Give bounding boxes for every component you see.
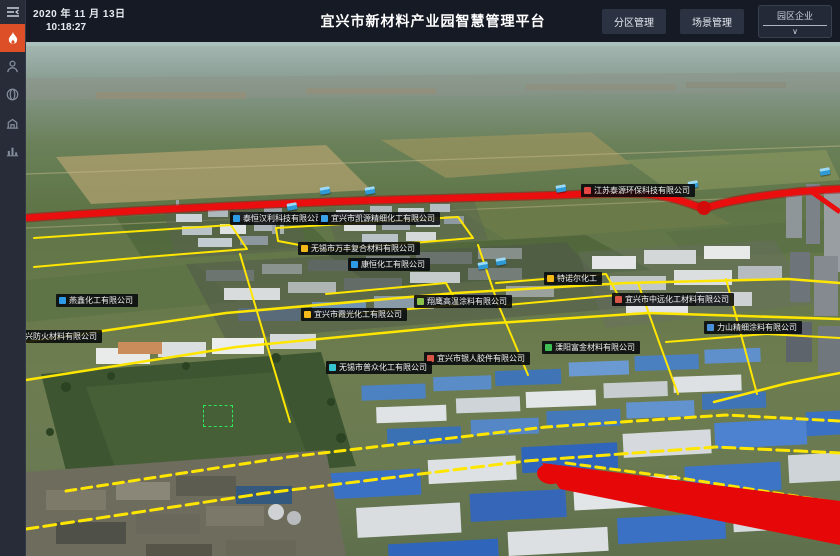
globe-icon <box>5 87 20 102</box>
app-window: 2020 年 11 月 13日 10:18:27 宜兴市新材料产业园智慧管理平台… <box>0 0 840 556</box>
company-label-text: 江苏泰源环保科技有限公司 <box>594 185 690 196</box>
sidebar <box>0 0 26 556</box>
company-label[interactable]: 翔鹰高温涂料有限公司 <box>414 295 512 308</box>
scene-management-button[interactable]: 场景管理 <box>680 9 744 34</box>
company-label[interactable]: 无锡市万丰复合材料有限公司 <box>298 242 420 255</box>
company-label-text: 特诺尔化工 <box>557 273 597 284</box>
company-label[interactable]: 特诺尔化工 <box>544 272 602 285</box>
company-label[interactable]: 宜兴市银人胶件有限公司 <box>424 352 530 365</box>
flame-icon <box>6 31 20 46</box>
factory-icon <box>5 115 20 130</box>
company-label-text: 康恒化工有限公司 <box>361 259 425 270</box>
company-marker-icon <box>329 364 336 371</box>
company-label-text: 宜兴市霞光化工有限公司 <box>314 309 402 320</box>
company-marker-icon <box>321 215 328 222</box>
company-label-text: 无锡市万丰复合材料有限公司 <box>311 243 415 254</box>
company-label[interactable]: 宜兴市霞光化工有限公司 <box>301 308 407 321</box>
company-label[interactable]: 康恒化工有限公司 <box>348 258 430 271</box>
chevron-down-icon: ∨ <box>763 27 827 36</box>
company-label-text: 宜兴市银人胶件有限公司 <box>437 353 525 364</box>
company-marker-icon <box>417 298 424 305</box>
sidebar-item-stats[interactable] <box>0 136 25 164</box>
main-column: 2020 年 11 月 13日 10:18:27 宜兴市新材料产业园智慧管理平台… <box>26 0 840 556</box>
sidebar-item-user[interactable] <box>0 52 25 80</box>
header-date: 2020 年 11 月 13日 <box>33 5 126 20</box>
company-marker-icon <box>545 344 552 351</box>
dropdown-label: 园区企业 <box>763 9 827 22</box>
company-label[interactable]: 江苏泰源环保科技有限公司 <box>581 184 695 197</box>
sidebar-item-menu[interactable] <box>0 0 25 24</box>
company-marker-icon <box>351 261 358 268</box>
company-label[interactable]: 宜兴防火材料有限公司 <box>26 330 102 343</box>
page-title: 宜兴市新材料产业园智慧管理平台 <box>321 11 546 31</box>
company-marker-icon <box>59 297 66 304</box>
company-label-text: 泰恒汉利科技有限公司 <box>243 213 323 224</box>
menu-icon <box>5 4 21 20</box>
company-marker-icon <box>547 275 554 282</box>
company-label[interactable]: 宜兴市凯源精细化工有限公司 <box>318 212 440 225</box>
user-icon <box>5 59 20 74</box>
company-label-text: 力山精细涂料有限公司 <box>717 322 797 333</box>
company-label-text: 无锡市普众化工有限公司 <box>339 362 427 373</box>
header-time: 10:18:27 <box>46 22 86 33</box>
map-3d-view[interactable]: 泰恒汉利科技有限公司宜兴市凯源精细化工有限公司无锡市万丰复合材料有限公司康恒化工… <box>26 42 840 556</box>
sidebar-item-factory[interactable] <box>0 108 25 136</box>
sidebar-item-fire[interactable] <box>0 24 25 52</box>
bar-chart-icon <box>5 143 20 158</box>
header-actions: 分区管理 场景管理 园区企业 ∨ <box>602 0 832 42</box>
dropdown-divider <box>763 25 827 26</box>
company-marker-icon <box>301 245 308 252</box>
company-label-text: 溧阳富金材料有限公司 <box>555 342 635 353</box>
company-label-text: 宜兴防火材料有限公司 <box>26 331 97 342</box>
selection-box <box>203 405 233 427</box>
company-label-text: 翔鹰高温涂料有限公司 <box>427 296 507 307</box>
company-label[interactable]: 泰恒汉利科技有限公司 <box>230 212 328 225</box>
header: 2020 年 11 月 13日 10:18:27 宜兴市新材料产业园智慧管理平台… <box>26 0 840 42</box>
company-label[interactable]: 宜兴市中远化工材料有限公司 <box>612 293 734 306</box>
company-marker-icon <box>304 311 311 318</box>
company-label-text: 宜兴市中远化工材料有限公司 <box>625 294 729 305</box>
company-label-text: 宜兴市凯源精细化工有限公司 <box>331 213 435 224</box>
company-label[interactable]: 溧阳富金材料有限公司 <box>542 341 640 354</box>
company-marker-icon <box>615 296 622 303</box>
company-label[interactable]: 无锡市普众化工有限公司 <box>326 361 432 374</box>
company-label[interactable]: 力山精细涂料有限公司 <box>704 321 802 334</box>
company-label-text: 燕鑫化工有限公司 <box>69 295 133 306</box>
sidebar-item-globe[interactable] <box>0 80 25 108</box>
zone-management-button[interactable]: 分区管理 <box>602 9 666 34</box>
park-enterprise-dropdown[interactable]: 园区企业 ∨ <box>758 5 832 38</box>
company-label[interactable]: 燕鑫化工有限公司 <box>56 294 138 307</box>
company-marker-icon <box>584 187 591 194</box>
company-marker-icon <box>233 215 240 222</box>
company-marker-icon <box>707 324 714 331</box>
